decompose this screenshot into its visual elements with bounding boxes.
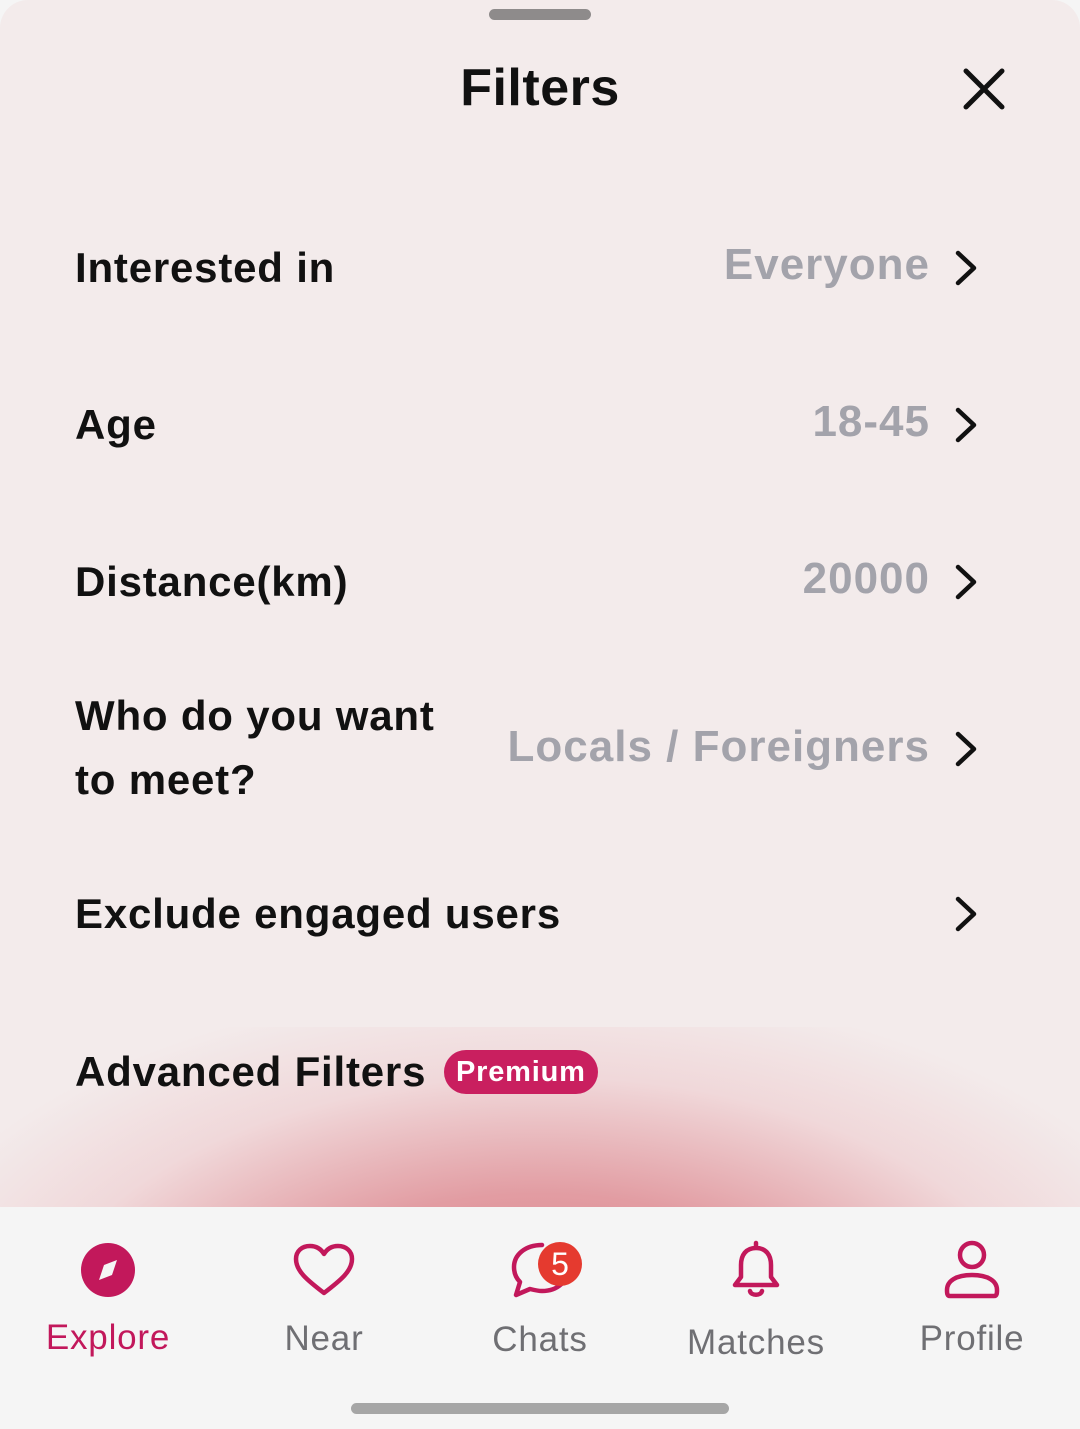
- filter-row-interested-in[interactable]: Interested in Everyone: [0, 236, 1080, 300]
- bottom-nav: Explore Near Chats Matches Profile: [0, 1207, 1080, 1429]
- nav-item-profile[interactable]: Profile: [864, 1207, 1080, 1387]
- chevron-right-icon: [955, 564, 977, 600]
- chevron-right-icon: [955, 896, 977, 932]
- compass-icon: [81, 1243, 135, 1297]
- filter-row-age[interactable]: Age 18-45: [0, 393, 1080, 457]
- nav-item-near[interactable]: Near: [216, 1207, 432, 1387]
- filter-row-exclude-engaged[interactable]: Exclude engaged users: [0, 882, 1080, 946]
- bell-icon: [732, 1240, 780, 1297]
- nav-label: Explore: [45, 1318, 171, 1357]
- filter-value: 20000: [802, 554, 930, 603]
- close-button[interactable]: [955, 60, 1013, 118]
- chevron-right-icon: [955, 407, 977, 443]
- chevron-right-icon: [955, 250, 977, 286]
- filter-label-line-2: to meet?: [75, 756, 257, 803]
- nav-item-explore[interactable]: Explore: [0, 1207, 216, 1387]
- heart-icon: [293, 1243, 355, 1296]
- filter-value: 18-45: [812, 397, 930, 446]
- filter-label: Exclude engaged users: [75, 890, 561, 937]
- home-indicator[interactable]: [351, 1403, 729, 1414]
- nav-label: Matches: [687, 1323, 825, 1362]
- filter-value: Everyone: [723, 240, 930, 289]
- filter-label: Interested in: [75, 244, 336, 291]
- person-icon: [944, 1240, 1000, 1299]
- filter-label: Age: [75, 401, 157, 448]
- filter-label-line-1: Who do you want: [75, 692, 435, 739]
- close-icon: [963, 68, 1005, 110]
- chats-notification-badge: 5: [538, 1242, 582, 1286]
- filter-label: Distance(km): [75, 558, 349, 605]
- advanced-filters-label: Advanced Filters: [75, 1048, 427, 1095]
- nav-item-chats[interactable]: Chats: [432, 1207, 648, 1387]
- filter-row-who-to-meet[interactable]: Who do you want to meet? Locals / Foreig…: [0, 684, 1080, 814]
- nav-label: Near: [284, 1319, 364, 1358]
- premium-badge: Premium: [444, 1050, 598, 1094]
- nav-label: Chats: [492, 1320, 588, 1359]
- nav-label: Profile: [919, 1319, 1025, 1358]
- drag-handle[interactable]: [489, 9, 591, 20]
- sheet-title: Filters: [460, 59, 620, 117]
- chevron-right-icon: [955, 731, 977, 767]
- nav-item-matches[interactable]: Matches: [648, 1207, 864, 1387]
- filter-value: Locals / Foreigners: [507, 722, 930, 771]
- filter-row-distance[interactable]: Distance(km) 20000: [0, 550, 1080, 614]
- filters-sheet: Filters Interested in Everyone Age 18-45…: [0, 0, 1080, 1207]
